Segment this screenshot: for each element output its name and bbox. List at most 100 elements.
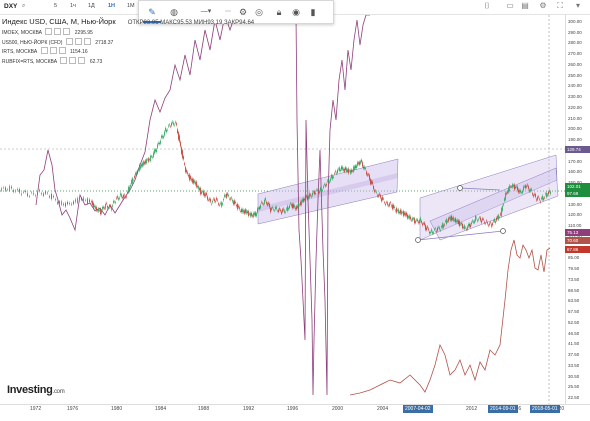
- candle-body: [419, 220, 420, 223]
- candle-body: [17, 189, 18, 191]
- candle-body: [549, 190, 550, 192]
- overlay-name: US500, НЬЮ-ЙОРК (CFD): [2, 39, 63, 46]
- visibility-icon[interactable]: [40, 47, 48, 55]
- candle-body: [321, 189, 322, 192]
- overlay-name: IMOEX, МОСКВА: [2, 30, 42, 36]
- trash-icon[interactable]: ▮: [306, 1, 320, 23]
- candle-body: [398, 209, 399, 213]
- close-icon[interactable]: [83, 37, 91, 45]
- candle-body: [377, 195, 378, 197]
- candle-body: [323, 186, 324, 188]
- settings-icon[interactable]: [69, 56, 77, 64]
- candle-body: [233, 201, 234, 205]
- candle-body: [150, 155, 151, 161]
- candle-body: [403, 211, 404, 216]
- candle-body: [231, 197, 232, 199]
- candle-body: [87, 198, 88, 204]
- candle-body: [406, 212, 407, 216]
- candle-body: [519, 190, 520, 193]
- overlay-row[interactable]: IRTS, МОСКВА 1154.16: [2, 47, 254, 57]
- candle-body: [305, 196, 306, 201]
- close-icon[interactable]: [78, 56, 86, 64]
- visibility-icon[interactable]: [45, 28, 53, 35]
- camera-icon[interactable]: ⌷: [480, 1, 494, 13]
- candle-body: [101, 210, 102, 214]
- candle-body: [500, 213, 501, 215]
- candle-body: [69, 202, 70, 205]
- settings-icon[interactable]: [49, 47, 57, 55]
- candle-body: [425, 225, 426, 230]
- candle-body: [396, 208, 397, 213]
- lock-icon[interactable]: 🔒︎: [272, 1, 286, 23]
- time-label: 1988: [198, 406, 210, 412]
- candle-body: [128, 186, 129, 193]
- candle-body: [372, 181, 373, 184]
- timeframe-1w[interactable]: 1Н: [108, 3, 115, 9]
- candle-body: [424, 222, 425, 225]
- symbol-search-icon[interactable]: ⌕: [22, 3, 25, 10]
- overlay-row[interactable]: RUBFIX=RTS, МОСКВА 62.73: [2, 56, 254, 67]
- candle-body: [119, 197, 120, 199]
- time-label: 1976: [67, 406, 79, 412]
- settings-icon[interactable]: [74, 37, 82, 45]
- trend-handle[interactable]: [457, 185, 463, 191]
- symbol-label[interactable]: DXY: [4, 3, 17, 10]
- candle-body: [374, 190, 375, 192]
- candle-body: [358, 162, 359, 164]
- candle-body: [418, 221, 419, 223]
- main-series-title[interactable]: Индекс USD, США, М, Нью-Йорк ОТКР93.95 М…: [2, 17, 254, 28]
- visibility-icon[interactable]: [65, 37, 73, 45]
- price-label: 79.50: [568, 266, 580, 272]
- candle-body: [279, 208, 280, 210]
- timeframe-5[interactable]: 5: [54, 3, 57, 9]
- candle-body: [455, 218, 456, 223]
- candle-body: [250, 212, 251, 217]
- investing-logo[interactable]: Investing.com: [7, 384, 65, 396]
- candle-body: [498, 215, 499, 220]
- timeframe-1h[interactable]: 1ч: [70, 3, 76, 9]
- save-icon[interactable]: ▭: [503, 1, 517, 13]
- candle-body: [352, 170, 353, 172]
- close-icon[interactable]: [58, 47, 66, 55]
- overlay-row[interactable]: US500, НЬЮ-ЙОРК (CFD) 2718.37: [2, 37, 254, 48]
- candle-body: [193, 179, 194, 184]
- eye-icon[interactable]: ◉: [289, 1, 303, 23]
- chart-settings-icon[interactable]: ▤: [518, 1, 532, 13]
- candle-body: [447, 220, 448, 222]
- candle-body: [514, 184, 515, 190]
- candle-body: [332, 175, 333, 180]
- series-name: Индекс USD, США, М, Нью-Йорк: [2, 17, 116, 26]
- timeframe-1m[interactable]: 1М: [127, 3, 135, 9]
- candle-body: [421, 220, 422, 223]
- price-label: 270.00: [568, 51, 582, 57]
- candle-body: [51, 193, 52, 200]
- fullscreen-icon[interactable]: ⛶: [553, 1, 567, 13]
- gear-icon[interactable]: ⚙: [536, 1, 550, 13]
- close-icon[interactable]: [63, 28, 71, 35]
- candle-body: [122, 197, 123, 199]
- price-label: 290.00: [568, 29, 582, 35]
- trend-handle[interactable]: [415, 237, 421, 243]
- candle-body: [397, 209, 398, 211]
- candle-body: [77, 197, 78, 203]
- candle-body: [420, 217, 421, 222]
- timeframe-1d[interactable]: 1Д: [88, 3, 95, 9]
- candle-body: [324, 184, 325, 185]
- candle-body: [466, 229, 467, 230]
- more-icon[interactable]: ▾: [571, 1, 585, 13]
- candle-body: [146, 159, 147, 164]
- price-label: 68.50: [568, 287, 580, 293]
- candle-body: [494, 218, 495, 222]
- candle-body: [275, 207, 276, 210]
- candle-body: [137, 170, 138, 174]
- settings-icon[interactable]: [54, 28, 62, 35]
- overlay-row[interactable]: IMOEX, МОСКВА 2295.95: [2, 28, 254, 38]
- trend-handle[interactable]: [500, 228, 506, 234]
- time-label: 1996: [287, 406, 299, 412]
- visibility-icon[interactable]: [60, 56, 68, 64]
- candle-body: [536, 199, 537, 201]
- candle-body: [429, 232, 430, 234]
- candle-body: [91, 201, 92, 203]
- candle-body: [284, 210, 285, 213]
- candle-body: [426, 227, 427, 230]
